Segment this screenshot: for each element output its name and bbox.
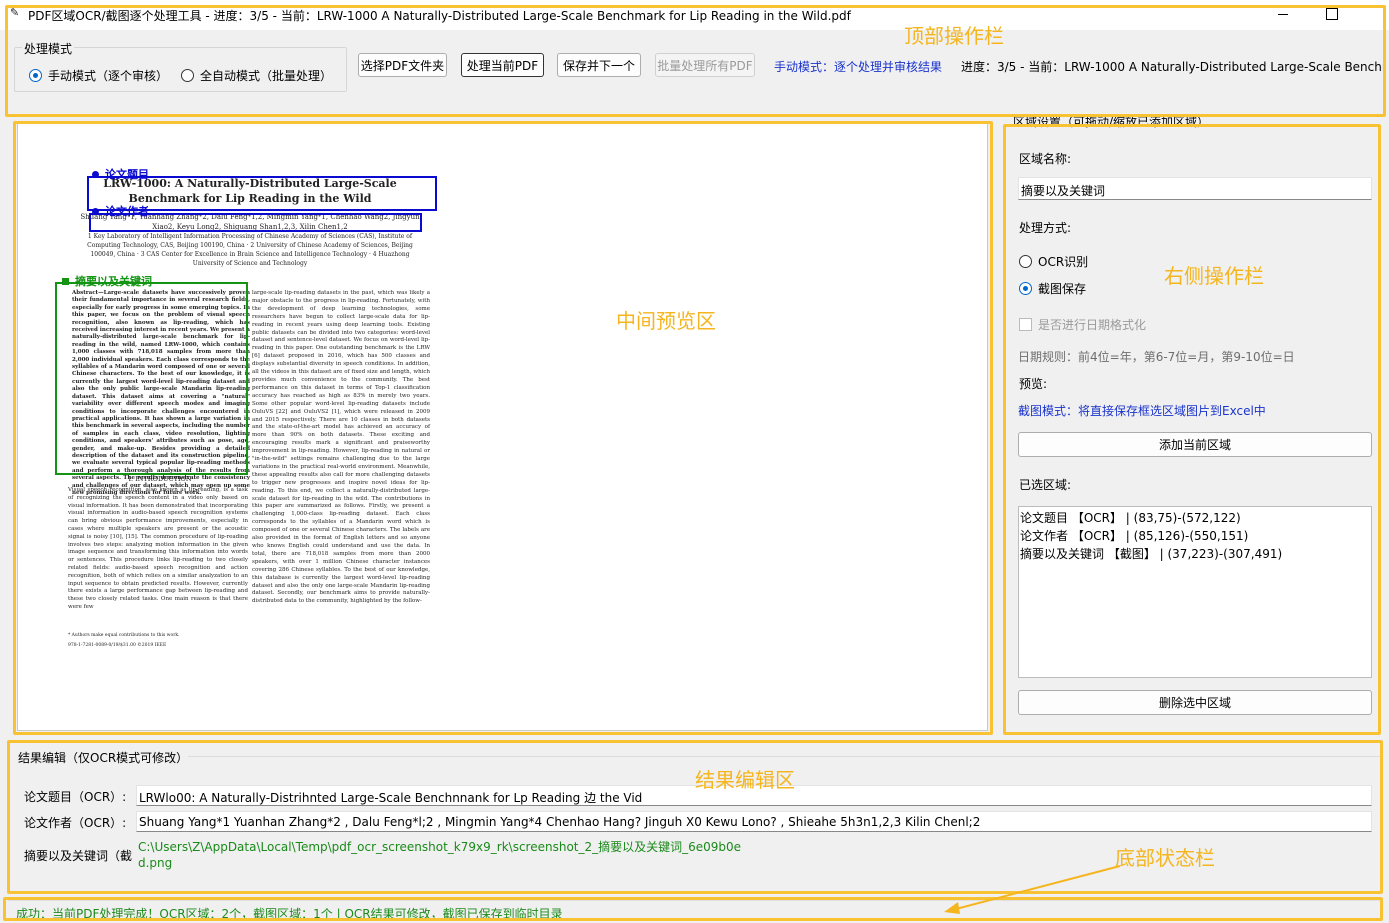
delete-region-button[interactable]: 删除选中区域 — [1018, 690, 1372, 715]
method-ocr-label: OCR识别 — [1038, 255, 1089, 269]
mode-group-title: 处理模式 — [22, 40, 75, 57]
date-format-label: 是否进行日期格式化 — [1038, 318, 1147, 332]
annotation-results-label: 结果编辑区 — [695, 768, 795, 792]
paper-intro-heading: I. INTRODUCTION — [128, 475, 192, 483]
paper-left-column: Visual speech recognition, also known as… — [68, 487, 248, 610]
add-region-button[interactable]: 添加当前区域 — [1018, 432, 1372, 457]
method-screenshot-label: 截图保存 — [1038, 282, 1087, 296]
annotation-preview-label: 中间预览区 — [616, 309, 716, 333]
minimize-button[interactable] — [1260, 0, 1306, 30]
date-rule-text: 日期规则：前4位=年，第6-7位=月，第9-10位=日 — [1018, 350, 1295, 364]
region-marker-icon — [62, 277, 69, 285]
feather-icon: ✎ — [10, 6, 20, 19]
radio-unchecked-icon — [1019, 255, 1032, 268]
region-abstract-box[interactable] — [55, 282, 248, 475]
result-title-label: 论文题目（OCR）: — [24, 790, 127, 804]
list-item[interactable]: 摘要以及关键词 【截图】 | (37,223)-(307,491) — [1020, 545, 1370, 563]
annotation-status-label: 底部状态栏 — [1115, 846, 1215, 870]
batch-process-button[interactable]: 批量处理所有PDF — [655, 53, 755, 77]
region-marker-icon — [92, 207, 99, 215]
list-item[interactable]: 论文作者 【OCR】 | (85,126)-(550,151) — [1020, 527, 1370, 545]
select-folder-button[interactable]: 选择PDF文件夹 — [358, 53, 447, 77]
region-name-label: 区域名称: — [1019, 152, 1072, 166]
radio-unchecked-icon — [181, 69, 194, 82]
date-format-checkbox[interactable]: 是否进行日期格式化 — [1019, 316, 1146, 333]
mode-manual-radio[interactable]: 手动模式（逐个审核） — [29, 67, 168, 84]
save-next-button[interactable]: 保存并下一个 — [557, 53, 641, 77]
region-abstract-text: 摘要以及关键词 — [75, 275, 152, 288]
preview-label: 预览: — [1019, 377, 1048, 391]
paper-affiliations: 1 Key Laboratory of Intelligent Informat… — [87, 233, 413, 267]
region-settings-legend: 区域设置（可拖动/缩放已添加区域） — [1013, 115, 1210, 129]
region-authors-text: 论文作者 — [105, 205, 149, 218]
paper-copyright: 978-1-7281-0089-0/19/$31.00 ©2019 IEEE — [68, 643, 167, 648]
list-item[interactable]: 论文题目 【OCR】 | (83,75)-(572,122) — [1020, 509, 1370, 527]
region-abstract-label: 摘要以及关键词 — [62, 273, 152, 289]
results-title: 结果编辑（仅OCR模式可修改） — [18, 751, 189, 765]
window-title: PDF区域OCR/截图逐个处理工具 - 进度：3/5 - 当前：LRW-1000… — [28, 9, 851, 23]
mode-hint: 手动模式：逐个处理并审核结果 — [774, 60, 943, 74]
result-authors-label: 论文作者（OCR）: — [24, 816, 127, 830]
results-divider — [188, 756, 1383, 757]
annotation-right-panel-label: 右侧操作栏 — [1164, 264, 1264, 288]
close-button[interactable] — [1343, 0, 1389, 30]
mode-auto-radio[interactable]: 全自动模式（批量处理） — [181, 67, 332, 84]
checkbox-unchecked-icon — [1019, 318, 1032, 331]
radio-checked-icon — [1019, 282, 1032, 295]
mode-auto-label: 全自动模式（批量处理） — [200, 69, 333, 83]
result-abstract-label: 摘要以及关键词（截图）: — [24, 849, 132, 863]
result-abstract-path: C:\Users\Z\AppData\Local\Temp\pdf_ocr_sc… — [138, 840, 742, 870]
method-screenshot-radio[interactable]: 截图保存 — [1019, 280, 1086, 297]
method-label: 处理方式: — [1019, 221, 1072, 235]
preview-canvas[interactable]: LRW-1000: A Naturally-Distributed Large-… — [17, 123, 988, 731]
annotation-top-bar-label: 顶部操作栏 — [904, 24, 1004, 48]
method-ocr-radio[interactable]: OCR识别 — [1019, 253, 1088, 270]
region-name-input[interactable]: 摘要以及关键词 — [1018, 177, 1372, 200]
paper-right-column: large-scale lip-reading datasets in the … — [252, 290, 430, 605]
mode-manual-label: 手动模式（逐个审核） — [48, 69, 169, 83]
title-bar: ✎ PDF区域OCR/截图逐个处理工具 - 进度：3/5 - 当前：LRW-10… — [0, 0, 1389, 30]
selected-regions-list[interactable]: 论文题目 【OCR】 | (83,75)-(572,122) 论文作者 【OCR… — [1018, 506, 1372, 678]
process-current-button[interactable]: 处理当前PDF — [461, 53, 544, 77]
selected-regions-label: 已选区域: — [1019, 478, 1072, 492]
region-marker-icon — [92, 170, 99, 178]
progress-text: 进度：3/5 - 当前：LRW-1000 A Naturally-Distrib… — [961, 60, 1383, 74]
result-authors-input[interactable]: Shuang Yang*1 Yuanhan Zhang*2 , Dalu Fen… — [136, 811, 1372, 832]
region-authors-label: 论文作者 — [92, 203, 149, 219]
paper-footnote: * Authors make equal contributions to th… — [68, 633, 180, 638]
preview-hint-text: 截图模式：将直接保存框选区域图片到Excel中 — [1018, 404, 1266, 418]
region-title-label: 论文题目 — [92, 166, 149, 182]
region-title-text: 论文题目 — [105, 168, 149, 181]
status-text: 成功：当前PDF处理完成！OCR区域：2个，截图区域：1个 | OCR结果可修改… — [16, 907, 563, 921]
radio-checked-icon — [29, 69, 42, 82]
